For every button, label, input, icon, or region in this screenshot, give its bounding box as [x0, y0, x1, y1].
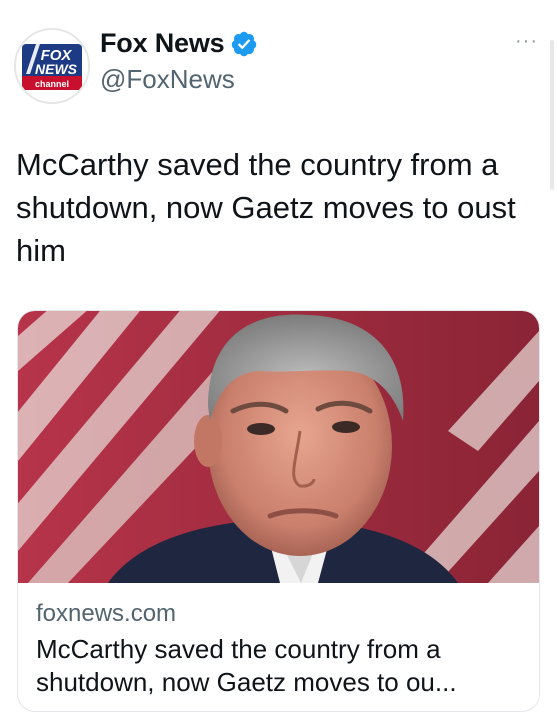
fox-news-logo-icon: FOX NEWS channel — [16, 30, 88, 102]
scrollbar[interactable] — [550, 40, 554, 190]
verified-badge-icon — [232, 31, 257, 56]
display-name[interactable]: Fox News — [100, 28, 225, 59]
link-preview-card[interactable]: foxnews.com McCarthy saved the country f… — [17, 310, 540, 712]
more-options-icon[interactable]: ··· — [515, 30, 538, 53]
card-domain: foxnews.com — [36, 600, 177, 627]
card-meta: foxnews.com McCarthy saved the country f… — [36, 599, 531, 699]
fox-news-avatar[interactable]: FOX NEWS channel — [14, 28, 90, 104]
card-title[interactable]: McCarthy saved the country from a shutdo… — [36, 633, 531, 699]
tweet-text: McCarthy saved the country from a shutdo… — [16, 147, 516, 268]
svg-text:NEWS: NEWS — [35, 61, 78, 77]
tweet-header: FOX NEWS channel Fox News @FoxNews ··· — [14, 22, 544, 112]
article-photo — [18, 311, 539, 583]
svg-text:channel: channel — [35, 79, 69, 89]
name-row: Fox News — [100, 28, 258, 59]
account-handle[interactable]: @FoxNews — [100, 64, 235, 95]
